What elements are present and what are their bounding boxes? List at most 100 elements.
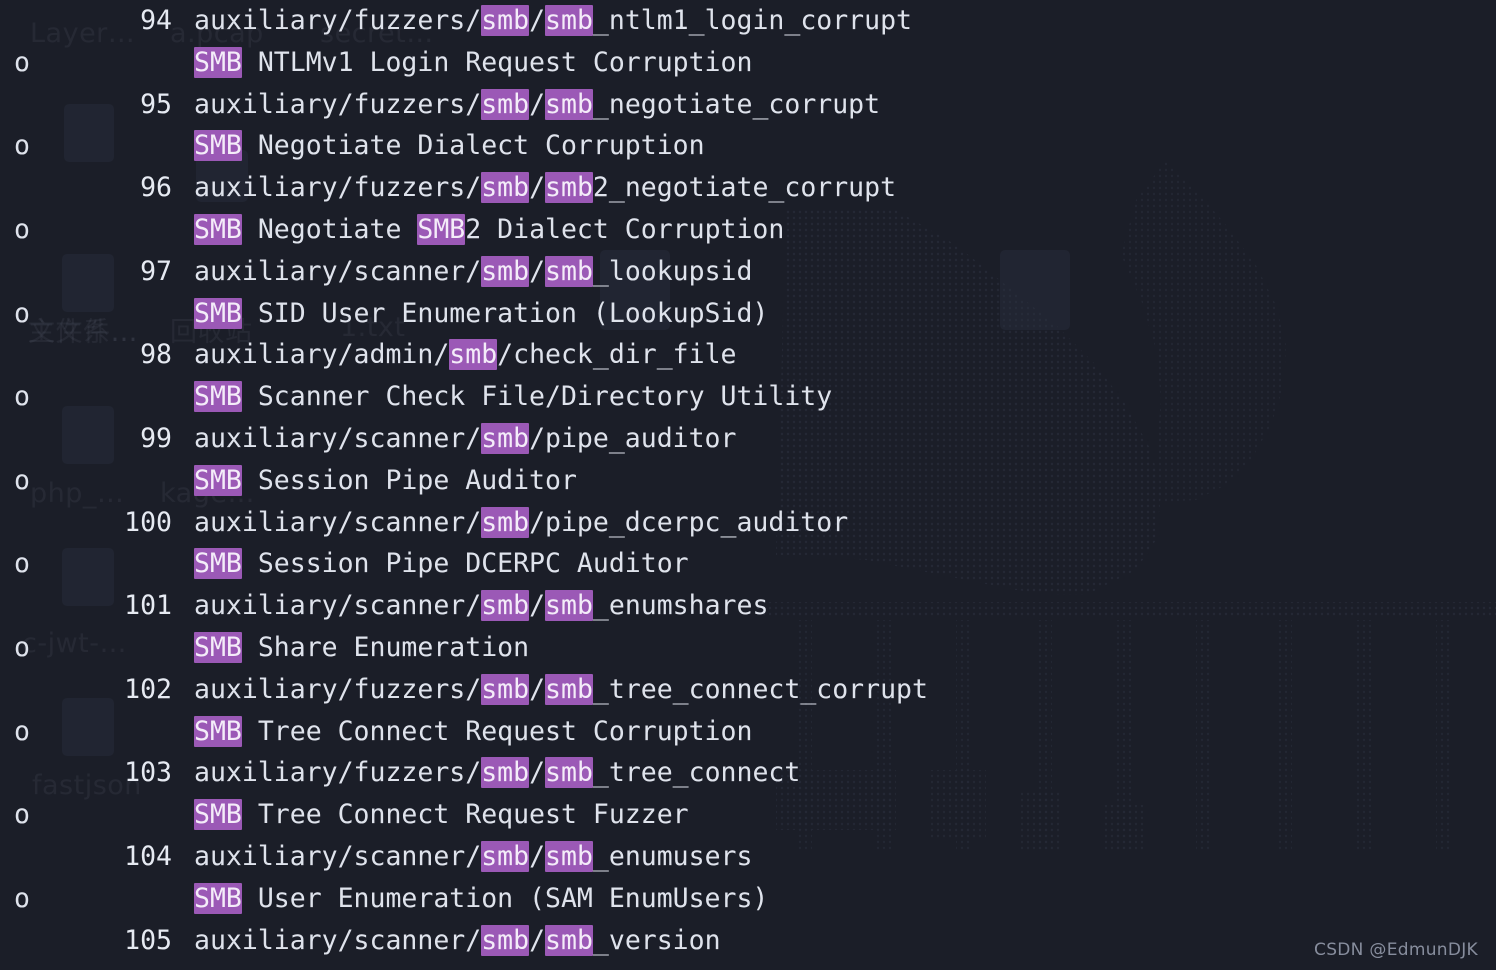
- module-description-row: o SMB Negotiate Dialect Corruption: [0, 125, 1496, 167]
- text-segment: auxiliary/scanner/: [194, 506, 482, 538]
- search-match-highlight: SMB: [194, 631, 242, 663]
- text-segment: Tree Connect Request Corruption: [241, 715, 753, 747]
- text-segment: auxiliary/scanner/: [194, 924, 482, 956]
- search-match-highlight: smb: [481, 840, 530, 872]
- text-segment: Negotiate Dialect Corruption: [241, 130, 705, 162]
- search-match-highlight: smb: [545, 673, 593, 705]
- text-segment: User Enumeration (SAM EnumUsers): [241, 882, 769, 914]
- search-match-highlight: SMB: [194, 882, 242, 914]
- module-path: auxiliary/fuzzers/smb/smb2_negotiate_cor…: [172, 167, 1496, 209]
- search-match-highlight: SMB: [194, 213, 242, 245]
- result-index: 105: [124, 924, 172, 956]
- module-description-row: o SMB Tree Connect Request Fuzzer: [0, 794, 1496, 836]
- module-path: auxiliary/scanner/smb/smb_lookupsid: [172, 251, 1496, 293]
- search-match-highlight: smb: [481, 172, 530, 204]
- text-segment: _enumshares: [592, 590, 769, 622]
- search-match-highlight: smb: [545, 840, 593, 872]
- row-gutter-marker: o: [14, 130, 30, 162]
- module-description-row: o SMB Tree Connect Request Corruption: [0, 711, 1496, 753]
- module-path: auxiliary/fuzzers/smb/smb_ntlm1_login_co…: [172, 0, 1496, 42]
- row-gutter-marker: o: [14, 381, 30, 413]
- text-segment: auxiliary/fuzzers/: [194, 172, 482, 204]
- search-match-highlight: smb: [545, 924, 593, 956]
- text-segment: auxiliary/scanner/: [194, 590, 482, 622]
- text-segment: 2_negotiate_corrupt: [592, 172, 897, 204]
- search-match-highlight: SMB: [194, 799, 242, 831]
- text-segment: auxiliary/fuzzers/: [194, 757, 482, 789]
- text-segment: NTLMv1 Login Request Corruption: [241, 46, 753, 78]
- text-segment: /: [529, 172, 546, 204]
- module-result-row: 100 auxiliary/scanner/smb/pipe_dcerpc_aud…: [0, 502, 1496, 544]
- search-match-highlight: smb: [545, 88, 593, 120]
- text-segment: auxiliary/fuzzers/: [194, 88, 482, 120]
- module-path: auxiliary/scanner/smb/smb_version: [172, 920, 1496, 962]
- result-index: 102: [124, 673, 172, 705]
- text-segment: Tree Connect Request Fuzzer: [241, 799, 689, 831]
- row-gutter-marker: o: [14, 464, 30, 496]
- module-path: auxiliary/scanner/smb/smb_enumshares: [172, 585, 1496, 627]
- search-match-highlight: smb: [481, 255, 530, 287]
- search-match-highlight: SMB: [194, 46, 242, 78]
- module-path: auxiliary/fuzzers/smb/smb_negotiate_corr…: [172, 84, 1496, 126]
- search-match-highlight: SMB: [194, 464, 242, 496]
- module-description: SMB Session Pipe Auditor: [172, 460, 1496, 502]
- search-match-highlight: smb: [481, 88, 530, 120]
- terminal-window: Layer… a.pcap secret… 文件系… 主文件… 回收站 1.txt php_……: [0, 0, 1496, 970]
- text-segment: auxiliary/scanner/: [194, 840, 482, 872]
- search-match-highlight: smb: [449, 339, 498, 371]
- text-segment: /: [529, 255, 546, 287]
- text-segment: _enumusers: [592, 840, 753, 872]
- module-description-row: o SMB Scanner Check File/Directory Utilit…: [0, 376, 1496, 418]
- module-description-row: o SMB SID User Enumeration (LookupSid): [0, 293, 1496, 335]
- module-description-row: o SMB Session Pipe DCERPC Auditor: [0, 543, 1496, 585]
- module-result-row: 99 auxiliary/scanner/smb/pipe_auditor: [0, 418, 1496, 460]
- search-match-highlight: smb: [481, 422, 530, 454]
- module-path: auxiliary/scanner/smb/pipe_auditor: [172, 418, 1496, 460]
- row-gutter-marker: o: [14, 46, 30, 78]
- module-result-row: 104 auxiliary/scanner/smb/smb_enumusers: [0, 836, 1496, 878]
- module-result-row: 102 auxiliary/fuzzers/smb/smb_tree_connec…: [0, 669, 1496, 711]
- text-segment: /: [529, 757, 546, 789]
- search-match-highlight: SMB: [194, 130, 242, 162]
- module-path: auxiliary/fuzzers/smb/smb_tree_connect_c…: [172, 669, 1496, 711]
- result-index: 94: [140, 5, 172, 36]
- module-path: auxiliary/scanner/smb/pipe_dcerpc_audito…: [172, 502, 1496, 544]
- search-match-highlight: smb: [481, 757, 530, 789]
- search-match-highlight: smb: [545, 757, 593, 789]
- module-description: SMB NTLMv1 Login Request Corruption: [172, 42, 1496, 84]
- msfconsole-search-results: 94 auxiliary/fuzzers/smb/smb_ntlm1_login_…: [0, 0, 1496, 970]
- search-match-highlight: SMB: [194, 548, 242, 580]
- text-segment: Session Pipe DCERPC Auditor: [241, 548, 689, 580]
- search-match-highlight: smb: [545, 172, 593, 204]
- search-match-highlight: SMB: [194, 297, 242, 329]
- text-segment: _tree_connect: [592, 757, 801, 789]
- text-segment: SID User Enumeration (LookupSid): [241, 297, 769, 329]
- search-match-highlight: smb: [481, 924, 530, 956]
- text-segment: auxiliary/fuzzers/: [194, 5, 482, 36]
- row-gutter-marker: o: [14, 297, 30, 329]
- module-description-row: o SMB Share Enumeration: [0, 627, 1496, 669]
- text-segment: _negotiate_corrupt: [592, 88, 881, 120]
- text-segment: Share Enumeration: [241, 631, 530, 663]
- module-description: SMB Share Enumeration: [172, 627, 1496, 669]
- module-result-row: 103 auxiliary/fuzzers/smb/smb_tree_connec…: [0, 752, 1496, 794]
- search-match-highlight: SMB: [417, 213, 466, 245]
- row-gutter-marker: o: [14, 631, 30, 663]
- result-index: 95: [140, 88, 172, 120]
- text-segment: _lookupsid: [592, 255, 753, 287]
- row-gutter-marker: o: [14, 882, 30, 914]
- module-result-row: 94 auxiliary/fuzzers/smb/smb_ntlm1_login_…: [0, 0, 1496, 42]
- search-match-highlight: SMB: [194, 715, 242, 747]
- result-index: 101: [124, 590, 172, 622]
- result-index: 100: [124, 506, 172, 538]
- text-segment: /: [529, 673, 546, 705]
- text-segment: auxiliary/scanner/: [194, 422, 482, 454]
- text-segment: auxiliary/fuzzers/: [194, 673, 482, 705]
- module-path: auxiliary/scanner/smb/smb_enumusers: [172, 836, 1496, 878]
- module-path: auxiliary/fuzzers/smb/smb_tree_connect: [172, 752, 1496, 794]
- module-description-row: o SMB NTLMv1 Login Request Corruption: [0, 42, 1496, 84]
- module-description: SMB Tree Connect Request Corruption: [172, 711, 1496, 753]
- search-match-highlight: smb: [545, 590, 593, 622]
- module-result-row: 97 auxiliary/scanner/smb/smb_lookupsid: [0, 251, 1496, 293]
- result-index: 99: [140, 422, 172, 454]
